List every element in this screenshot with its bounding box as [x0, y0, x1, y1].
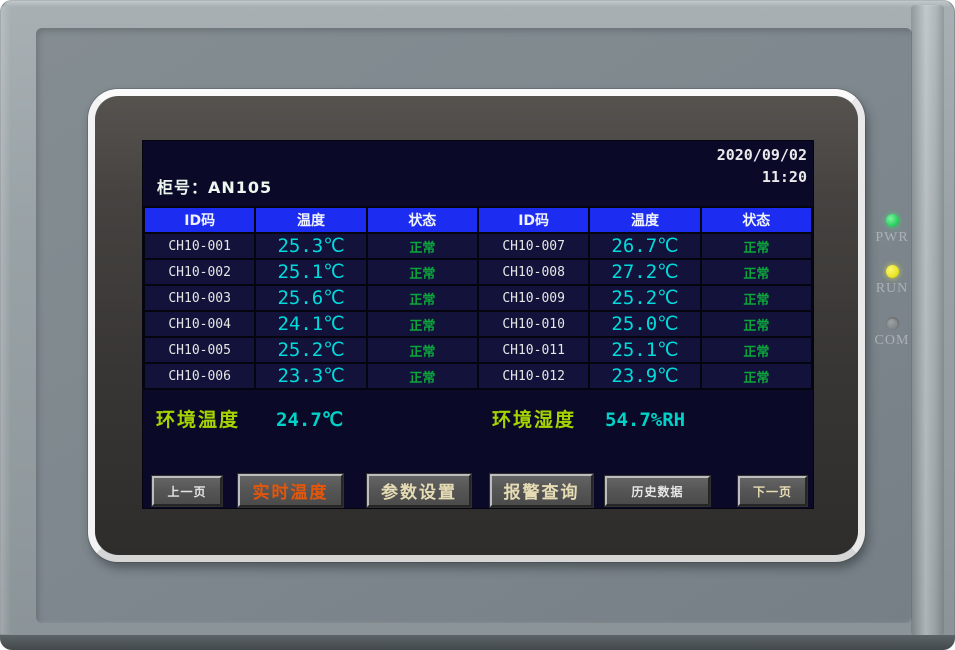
frame-right-highlight [911, 5, 944, 636]
temperature-table: ID码 温度 状态 ID码 温度 状态 CH10-001 25.3℃ 正常 CH… [143, 206, 813, 390]
run-led-block: RUN [872, 265, 912, 297]
ambient-temp-value: 24.7℃ [276, 403, 343, 437]
channel-temp: 25.2℃ [589, 285, 700, 311]
channel-id: CH10-005 [144, 337, 255, 363]
channel-status: 正常 [367, 233, 478, 259]
col-header-id-left: ID码 [144, 207, 255, 233]
channel-temp: 25.2℃ [255, 337, 366, 363]
channel-temp: 25.0℃ [589, 311, 700, 337]
channel-status: 正常 [701, 285, 812, 311]
frame-bottom-shadow [0, 635, 955, 650]
frame-left-highlight [0, 6, 11, 634]
channel-temp: 25.1℃ [589, 337, 700, 363]
col-header-temp-left: 温度 [255, 207, 366, 233]
table-row: CH10-004 24.1℃ 正常 CH10-010 25.0℃ 正常 [144, 311, 812, 337]
run-led-label: RUN [872, 281, 912, 297]
table-row: CH10-002 25.1℃ 正常 CH10-008 27.2℃ 正常 [144, 259, 812, 285]
frame-top-highlight [4, 0, 951, 7]
channel-status: 正常 [367, 259, 478, 285]
channel-temp: 25.1℃ [255, 259, 366, 285]
col-header-status-right: 状态 [701, 207, 812, 233]
table-row: CH10-001 25.3℃ 正常 CH10-007 26.7℃ 正常 [144, 233, 812, 259]
channel-status: 正常 [367, 285, 478, 311]
channel-id: CH10-003 [144, 285, 255, 311]
channel-temp: 27.2℃ [589, 259, 700, 285]
com-led-icon [886, 317, 899, 330]
channel-temp: 26.7℃ [589, 233, 700, 259]
channel-temp: 23.9℃ [589, 363, 700, 389]
channel-status: 正常 [367, 363, 478, 389]
prev-page-button[interactable]: 上一页 [152, 476, 222, 506]
ambient-humidity-label: 环境湿度 [492, 403, 576, 437]
run-led-icon [886, 265, 899, 278]
history-data-button[interactable]: 历史数据 [605, 476, 710, 506]
channel-status: 正常 [367, 311, 478, 337]
channel-status: 正常 [367, 337, 478, 363]
alarm-query-button[interactable]: 报警查询 [490, 474, 593, 507]
channel-status: 正常 [701, 233, 812, 259]
power-led-icon [886, 214, 899, 227]
datetime-display: 2020/09/02 11:20 [717, 144, 807, 188]
table-row: CH10-003 25.6℃ 正常 CH10-009 25.2℃ 正常 [144, 285, 812, 311]
hmi-panel-device: 2020/09/02 11:20 柜号：AN105 ID码 温度 状态 ID码 … [0, 0, 955, 650]
channel-id: CH10-008 [478, 259, 589, 285]
channel-temp: 24.1℃ [255, 311, 366, 337]
environment-readout: 环境温度 24.7℃ 环境湿度 54.7%RH [143, 403, 813, 437]
channel-status: 正常 [701, 259, 812, 285]
channel-id: CH10-001 [144, 233, 255, 259]
channel-status: 正常 [701, 337, 812, 363]
col-header-temp-right: 温度 [589, 207, 700, 233]
power-led-label: PWR [872, 230, 912, 246]
time-text: 11:20 [717, 166, 807, 188]
next-page-button[interactable]: 下一页 [738, 476, 807, 506]
channel-id: CH10-006 [144, 363, 255, 389]
col-header-status-left: 状态 [367, 207, 478, 233]
table-row: CH10-005 25.2℃ 正常 CH10-011 25.1℃ 正常 [144, 337, 812, 363]
lcd-screen: 2020/09/02 11:20 柜号：AN105 ID码 温度 状态 ID码 … [143, 141, 813, 508]
realtime-temp-button[interactable]: 实时温度 [238, 474, 343, 507]
channel-temp: 25.6℃ [255, 285, 366, 311]
channel-id: CH10-010 [478, 311, 589, 337]
table-header-row: ID码 温度 状态 ID码 温度 状态 [144, 207, 812, 233]
com-led-block: COM [872, 317, 912, 349]
channel-id: CH10-002 [144, 259, 255, 285]
com-led-label: COM [872, 333, 912, 349]
channel-id: CH10-004 [144, 311, 255, 337]
channel-status: 正常 [701, 311, 812, 337]
parameter-settings-button[interactable]: 参数设置 [367, 474, 471, 507]
channel-id: CH10-012 [478, 363, 589, 389]
channel-status: 正常 [701, 363, 812, 389]
ambient-humidity-value: 54.7%RH [605, 403, 685, 437]
cabinet-id-label: 柜号：AN105 [157, 174, 272, 198]
table-row: CH10-006 23.3℃ 正常 CH10-012 23.9℃ 正常 [144, 363, 812, 389]
col-header-id-right: ID码 [478, 207, 589, 233]
channel-id: CH10-011 [478, 337, 589, 363]
channel-id: CH10-007 [478, 233, 589, 259]
channel-temp: 23.3℃ [255, 363, 366, 389]
ambient-temp-label: 环境温度 [156, 403, 240, 437]
date-text: 2020/09/02 [717, 144, 807, 166]
channel-id: CH10-009 [478, 285, 589, 311]
channel-temp: 25.3℃ [255, 233, 366, 259]
power-led-block: PWR [872, 214, 912, 246]
